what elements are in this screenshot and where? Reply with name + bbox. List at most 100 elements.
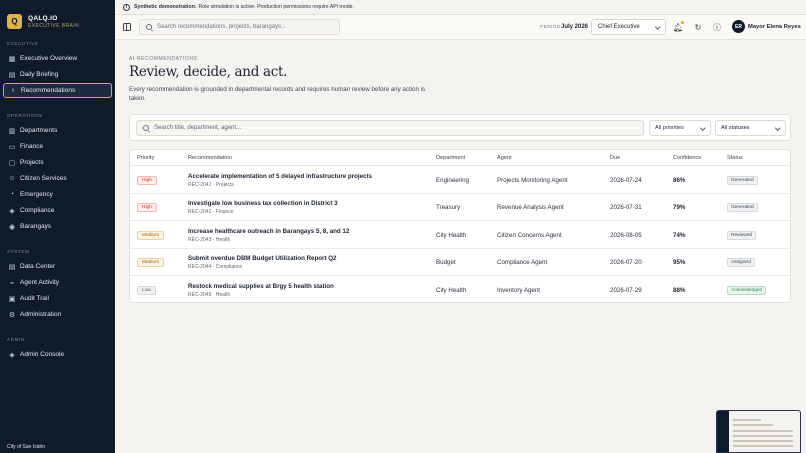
sidebar-item-agent-activity[interactable]: ⌁ Agent Activity [3, 275, 112, 290]
refresh-icon[interactable]: ↻ [693, 22, 703, 32]
folder-icon: ▢ [8, 159, 16, 167]
sidebar-item-label: Daily Briefing [20, 71, 59, 78]
table-row[interactable]: High Investigate low business tax collect… [130, 194, 790, 222]
brand[interactable]: Q QALQ.IO EXECUTIVE BRAIN [0, 0, 115, 34]
table-row[interactable]: High Accelerate implementation of 5 delay… [130, 167, 790, 194]
siren-icon: ◔ [9, 191, 15, 198]
section-label-operations: OPERATIONS [7, 113, 43, 118]
section-label-admin: ADMIN [7, 337, 25, 342]
confidence-cell: 95% [673, 259, 686, 267]
recommendation-title[interactable]: Accelerate implementation of 5 delayed i… [188, 173, 372, 180]
sidebar-item-barangays[interactable]: ◉ Barangays [3, 219, 112, 234]
table-row[interactable]: Medium Increase healthcare outreach in Ba… [130, 222, 790, 249]
agent-cell: Inventory Agent [497, 286, 540, 294]
priority-badge: High [137, 176, 157, 185]
table-row[interactable]: Medium Submit overdue DBM Budget Utilizat… [130, 249, 790, 277]
department-cell: City Health [436, 231, 467, 239]
sidebar-item-daily-briefing[interactable]: ▤ Daily Briefing [3, 67, 112, 82]
table-row[interactable]: Low Restock medical supplies at Brgy 5 he… [130, 277, 790, 302]
column-header-confidence[interactable]: Confidence [673, 155, 701, 161]
department-cell: Engineering [436, 177, 470, 184]
notification-dot [681, 21, 684, 24]
agent-cell: Citizen Concerns Agent [497, 231, 562, 239]
recommendation-title[interactable]: Investigate low business tax collection … [188, 200, 338, 207]
column-header-department[interactable]: Department [436, 155, 465, 161]
status-filter-select[interactable]: All statuses [715, 120, 786, 136]
sidebar-item-executive-overview[interactable]: ▦ Executive Overview [3, 51, 112, 66]
page-preview-thumbnail[interactable] [716, 410, 801, 453]
sidebar-item-label: Finance [20, 143, 44, 150]
chevron-down-icon [699, 125, 705, 131]
sidebar-item-label: Departments [20, 127, 58, 134]
table-header: Priority Recommendation Department Agent… [130, 150, 790, 166]
column-header-recommendation[interactable]: Recommendation [188, 155, 232, 161]
recommendation-search-input[interactable]: Search title, department, agent... [136, 120, 644, 136]
brand-logo: Q [7, 14, 22, 29]
period-value[interactable]: July 2026 [561, 24, 588, 30]
priority-badge: Medium [137, 230, 165, 240]
sidebar-toggle-icon[interactable] [123, 23, 131, 31]
sidebar-item-departments[interactable]: ▥ Departments [3, 123, 112, 138]
section-label-system: SYSTEM [7, 249, 30, 254]
sidebar-item-projects[interactable]: ▢ Projects [3, 155, 112, 170]
sidebar-item-data-center[interactable]: ▤ Data Center [3, 259, 112, 274]
priority-filter-select[interactable]: All priorities [649, 120, 711, 136]
sidebar-item-label: Projects [20, 159, 44, 166]
lightbulb-icon: ♁ [10, 87, 16, 94]
column-header-priority[interactable]: Priority [137, 155, 154, 161]
chevron-down-icon [774, 125, 780, 131]
sidebar-item-label: Data Center [20, 263, 56, 270]
status-filter-value: All statuses [721, 125, 750, 131]
column-header-due[interactable]: Due [610, 155, 620, 161]
sidebar-item-emergency[interactable]: ◔ Emergency [3, 187, 112, 202]
recommendation-id: REC-2044 · Compliance [188, 264, 243, 271]
sidebar-item-citizen-services[interactable]: ☺ Citizen Services [3, 171, 112, 186]
agent-cell: Compliance Agent [497, 259, 548, 267]
sidebar-item-label: Compliance [20, 207, 55, 214]
recommendation-title[interactable]: Restock medical supplies at Brgy 5 healt… [188, 283, 334, 290]
user-name[interactable]: Mayor Elena Reyes [748, 24, 801, 30]
document-icon: ▤ [8, 71, 16, 79]
sidebar-item-label: Barangays [20, 223, 52, 230]
role-select[interactable]: Chief Executive [591, 19, 666, 35]
column-header-status[interactable]: Status [727, 155, 743, 161]
sidebar-item-recommendations[interactable]: ♁ Recommendations [3, 83, 112, 98]
recommendation-id: REC-2043 · Health [188, 236, 231, 243]
avatar[interactable]: ER [732, 20, 745, 33]
sidebar-item-label: Executive Overview [20, 55, 78, 62]
confidence-cell: 79% [673, 204, 686, 212]
status-badge: Generated [727, 176, 758, 185]
sidebar-item-label: Audit Trail [20, 295, 49, 302]
page-subtitle: Every recommendation is grounded in depa… [129, 86, 426, 102]
sidebar-item-label: Recommendations [21, 87, 76, 94]
chevron-down-icon [654, 24, 660, 30]
bell-icon[interactable]: 🔔︎ [673, 21, 684, 32]
sidebar-item-admin-console[interactable]: ◈ Admin Console [3, 347, 112, 362]
due-date-cell: 2026-07-31 [610, 204, 642, 212]
recommendation-title[interactable]: Increase healthcare outreach in Barangay… [188, 228, 349, 235]
recommendation-id: REC-2042 · Finance [188, 209, 234, 216]
recommendation-title[interactable]: Submit overdue DBM Budget Utilization Re… [188, 255, 337, 262]
confidence-cell: 86% [673, 177, 686, 184]
global-search-placeholder: Search recommendations, projects, barang… [157, 24, 287, 30]
sidebar-item-finance[interactable]: ▭ Finance [3, 139, 112, 154]
sidebar-item-administration[interactable]: ⚙ Administration [3, 307, 112, 322]
database-icon: ▤ [8, 263, 16, 271]
sidebar-item-audit-trail[interactable]: ▣ Audit Trail [3, 291, 112, 306]
global-search-input[interactable]: Search recommendations, projects, barang… [139, 19, 340, 35]
department-cell: Budget [436, 259, 456, 267]
agent-cell: Projects Monitoring Agent [497, 177, 568, 184]
activity-icon: ⌁ [9, 279, 15, 287]
confidence-cell: 88% [673, 286, 686, 294]
status-badge: Reviewed [727, 230, 757, 240]
organization-name: City of San Isidro [7, 444, 46, 450]
sidebar-item-compliance[interactable]: ◈ Compliance [3, 203, 112, 218]
status-badge: Acknowledged [727, 285, 767, 295]
department-cell: Treasury [436, 204, 461, 212]
column-header-agent[interactable]: Agent [497, 155, 512, 161]
sidebar-item-label: Administration [20, 311, 62, 318]
help-icon[interactable]: ⓘ [712, 22, 722, 32]
top-bar: Search recommendations, projects, barang… [115, 15, 806, 40]
due-date-cell: 2026-07-20 [610, 259, 642, 267]
gear-icon: ⚙ [8, 311, 16, 319]
